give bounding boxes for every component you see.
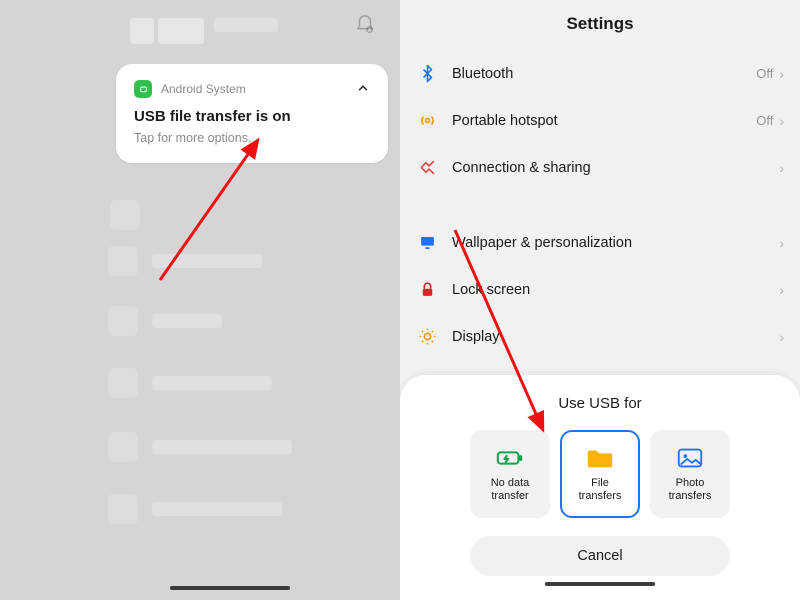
settings-item-label: Lock screen: [452, 282, 779, 298]
settings-item-connection-sharing[interactable]: Connection & sharing ›: [400, 144, 800, 191]
notification-card[interactable]: Android System USB file transfer is on T…: [116, 64, 388, 163]
lock-icon: [414, 280, 440, 299]
usb-option-label: Filetransfers: [579, 477, 622, 502]
android-system-icon: [134, 80, 152, 98]
settings-item-hotspot[interactable]: Portable hotspot Off ›: [400, 97, 800, 144]
home-indicator[interactable]: [170, 586, 290, 590]
chevron-right-icon: ›: [779, 160, 784, 176]
settings-item-bluetooth[interactable]: Bluetooth Off ›: [400, 50, 800, 97]
settings-item-label: Portable hotspot: [452, 113, 756, 129]
photo-icon: [675, 445, 705, 471]
battery-icon: [495, 445, 525, 471]
wallpaper-icon: [414, 233, 440, 252]
settings-item-lockscreen[interactable]: Lock screen ›: [400, 266, 800, 313]
settings-item-label: Display: [452, 329, 779, 345]
settings-item-label: Bluetooth: [452, 66, 756, 82]
notification-title: USB file transfer is on: [134, 108, 370, 125]
chevron-right-icon: ›: [779, 113, 784, 129]
folder-icon: [585, 445, 615, 471]
settings-item-wallpaper[interactable]: Wallpaper & personalization ›: [400, 219, 800, 266]
cancel-button[interactable]: Cancel: [470, 536, 730, 576]
settings-header: Settings: [400, 0, 800, 42]
usb-option-label: No datatransfer: [491, 477, 530, 502]
settings-list: Bluetooth Off › Portable hotspot Off › C…: [400, 50, 800, 407]
home-indicator[interactable]: [545, 582, 655, 586]
settings-item-value: Off: [756, 113, 773, 128]
chevron-right-icon: ›: [779, 66, 784, 82]
usb-option-label: Phototransfers: [669, 477, 712, 502]
chevron-right-icon: ›: [779, 235, 784, 251]
settings-item-label: Wallpaper & personalization: [452, 235, 779, 251]
display-icon: [414, 327, 440, 346]
bluetooth-icon: [414, 64, 440, 83]
settings-item-value: Off: [756, 66, 773, 81]
usb-option-nodata[interactable]: No datatransfer: [470, 430, 550, 518]
statusbar-bell-icon: [348, 14, 382, 41]
usb-sheet: Use USB for No datatransfer Filetransfer…: [400, 375, 800, 600]
phone-screen-notifications: Android System USB file transfer is on T…: [0, 0, 400, 600]
usb-option-photo[interactable]: Phototransfers: [650, 430, 730, 518]
hotspot-icon: [414, 111, 440, 130]
chevron-right-icon: ›: [779, 282, 784, 298]
settings-item-label: Connection & sharing: [452, 160, 779, 176]
collapse-chevron-icon[interactable]: [356, 81, 370, 98]
chevron-right-icon: ›: [779, 329, 784, 345]
notification-subtitle: Tap for more options.: [134, 131, 370, 145]
settings-item-display[interactable]: Display ›: [400, 313, 800, 360]
connection-sharing-icon: [414, 158, 440, 177]
phone-screen-settings: Settings Bluetooth Off › Portable hotspo…: [400, 0, 800, 600]
usb-sheet-title: Use USB for: [418, 395, 782, 412]
usb-option-file[interactable]: Filetransfers: [560, 430, 640, 518]
notification-app-name: Android System: [161, 82, 347, 96]
